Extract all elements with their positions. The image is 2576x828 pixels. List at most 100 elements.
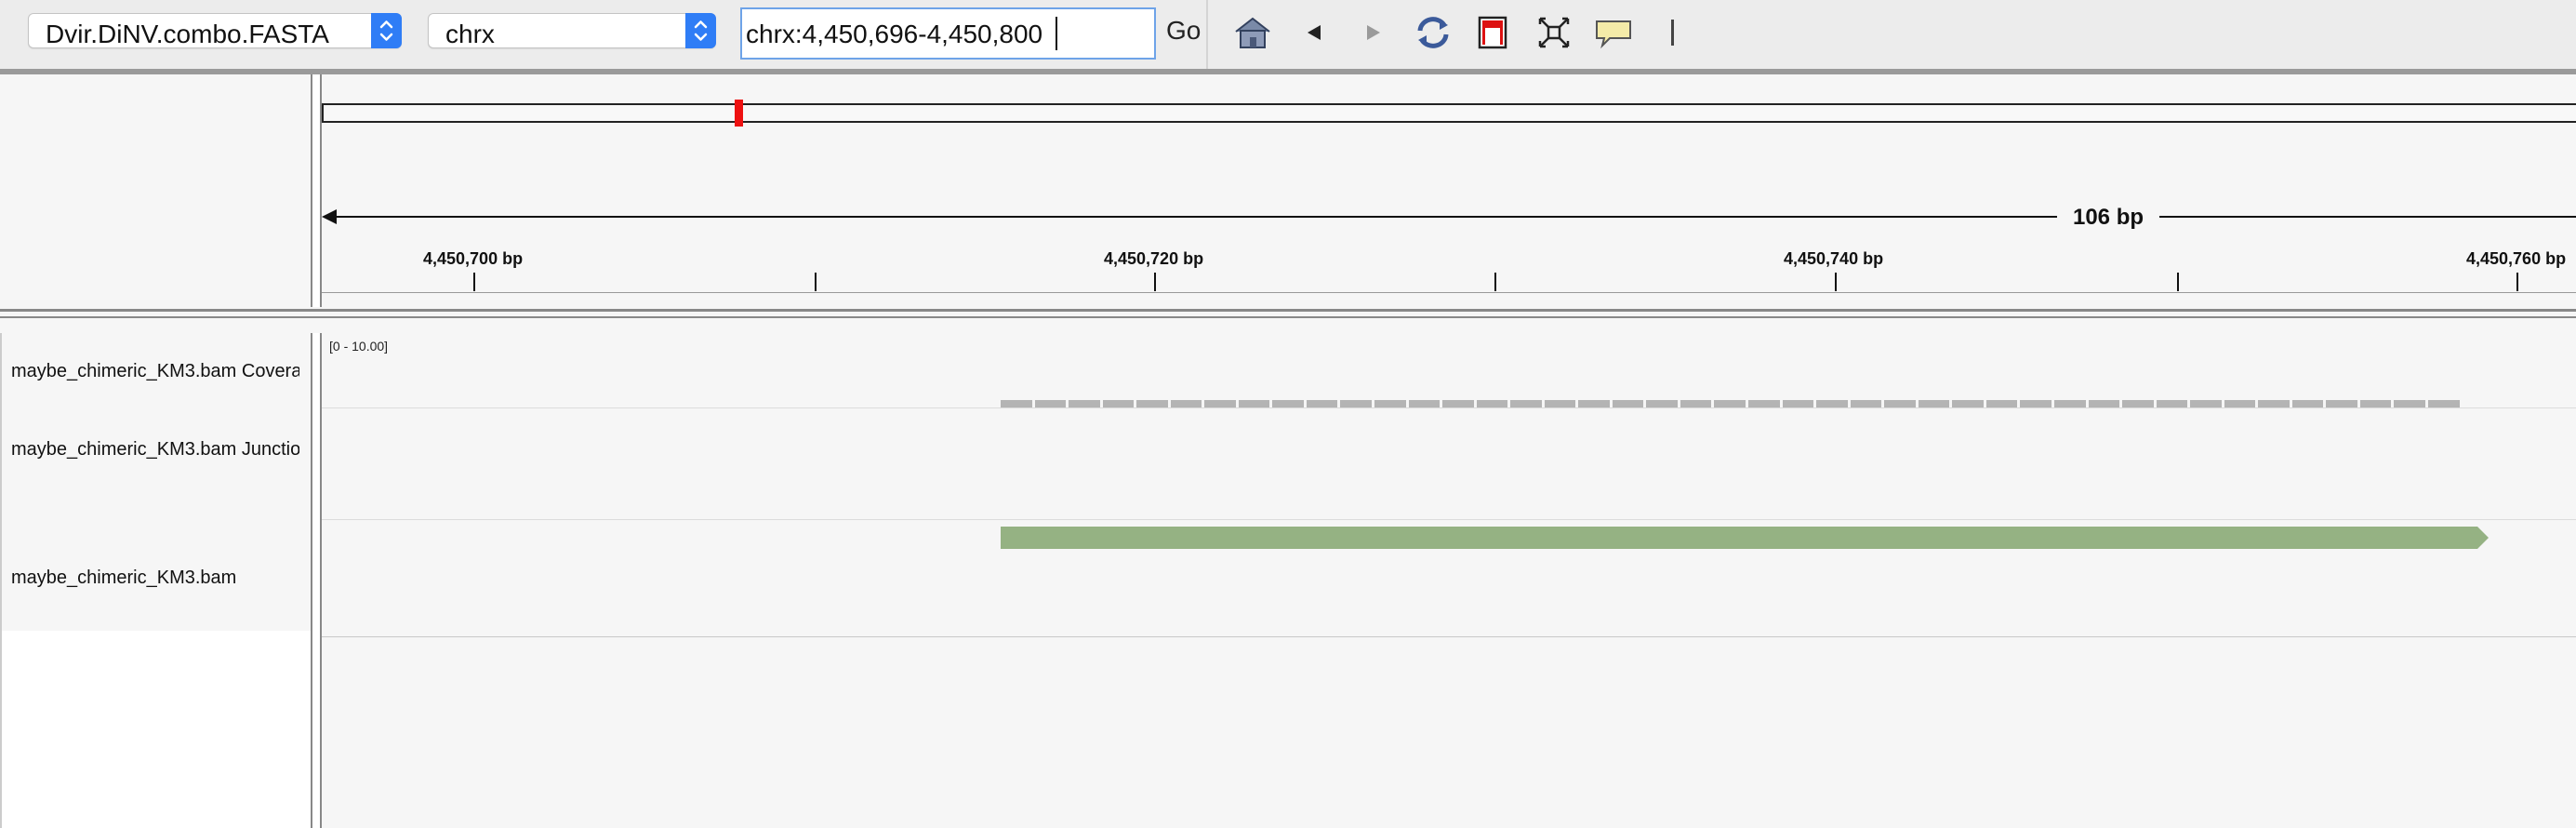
back-button[interactable] [1292, 12, 1336, 53]
locus-input[interactable]: chrx:4,450,696-4,450,800 [740, 7, 1156, 60]
coverage-bar [1578, 400, 1610, 407]
track-separator [322, 519, 2576, 520]
toolbar-separator [1206, 0, 1208, 69]
ruler-tick [1835, 273, 1837, 291]
chromosome-select-stepper[interactable] [685, 13, 716, 48]
coverage-bar [1476, 400, 1508, 407]
alignments-track-name[interactable]: maybe_chimeric_KM3.bam [11, 568, 299, 589]
coverage-bar [1612, 400, 1644, 407]
coverage-bar [2291, 400, 2324, 407]
span-width-label: 106 bp [2057, 205, 2159, 231]
ruler-tick [815, 273, 817, 291]
span-line [327, 216, 2576, 218]
coverage-bar [1510, 400, 1542, 407]
coverage-data-range: [0 - 10.00] [329, 339, 389, 354]
chromosome-ideogram[interactable] [322, 103, 2576, 123]
coverage-bar [1102, 400, 1135, 407]
coverage-bar [2020, 400, 2052, 407]
coverage-bar [1646, 400, 1678, 407]
popup-info-button[interactable] [1591, 12, 1636, 53]
coverage-bar [1782, 400, 1814, 407]
genome-select[interactable]: Dvir.DiNV.combo.FASTA [28, 13, 402, 48]
coverage-bar [2122, 400, 2154, 407]
header-track-divider[interactable] [0, 307, 2576, 333]
region-of-interest-button[interactable] [1470, 12, 1515, 53]
read-strand-arrow [2477, 527, 2489, 549]
coverage-bar [1374, 400, 1406, 407]
coverage-bar [1748, 400, 1780, 407]
coverage-bar [2326, 400, 2357, 407]
home-button[interactable] [1230, 12, 1275, 53]
junctions-track-name-row[interactable] [2, 407, 311, 519]
refresh-button[interactable] [1411, 12, 1455, 53]
resize-to-window-button[interactable] [1532, 12, 1576, 53]
coverage-bar [2190, 400, 2222, 407]
coverage-bar [1069, 400, 1100, 407]
ruler-tick-label: 4,450,740 bp [1784, 249, 1884, 268]
ruler-tick [2177, 273, 2179, 291]
coverage-bar [1204, 400, 1236, 407]
resize-to-window-icon [1538, 17, 1570, 48]
coverage-bar [2427, 400, 2460, 407]
coverage-bar [1408, 400, 1441, 407]
header-name-panel [0, 74, 311, 307]
coverage-bar [2258, 400, 2290, 407]
coverage-bar [1680, 400, 1712, 407]
ruler-divider-button[interactable] [1651, 12, 1695, 53]
coverage-bar [1340, 400, 1373, 407]
coverage-bar [1952, 400, 1984, 407]
coverage-bars[interactable] [1001, 400, 2463, 407]
track-separator [322, 407, 2576, 408]
ruler-tick-label: 4,450,720 bp [1104, 249, 1204, 268]
coverage-bar [1714, 400, 1746, 407]
ruler-tick [473, 273, 475, 291]
coverage-bar [2156, 400, 2188, 407]
current-region-marker [735, 100, 743, 127]
locus-input-value: chrx:4,450,696-4,450,800 [746, 20, 1043, 48]
coverage-bar [1034, 400, 1067, 407]
popup-info-icon [1596, 20, 1631, 49]
coverage-bar [2224, 400, 2256, 407]
region-of-interest-icon [1478, 16, 1507, 49]
coverage-bar [1238, 400, 1270, 407]
genome-select-stepper[interactable] [371, 13, 402, 48]
coverage-bar [1816, 400, 1848, 407]
name-panel-divider[interactable] [311, 74, 322, 307]
ruler-tick-label: 4,450,700 bp [423, 249, 524, 268]
coverage-bar [1544, 400, 1576, 407]
genome-select-value: Dvir.DiNV.combo.FASTA [46, 20, 329, 48]
home-icon [1235, 17, 1270, 48]
chromosome-select[interactable]: chrx [428, 13, 716, 48]
coverage-bar [2394, 400, 2425, 407]
coverage-bar [1170, 400, 1202, 407]
name-panel-divider[interactable] [311, 333, 322, 828]
coverage-bar [1272, 400, 1304, 407]
coverage-track-name[interactable]: maybe_chimeric_KM3.bam Coverage [11, 361, 299, 382]
coverage-bar [1850, 400, 1882, 407]
coverage-bar [1918, 400, 1950, 407]
ruler-divider-icon [1671, 20, 1674, 46]
text-caret [1056, 17, 1057, 50]
refresh-icon [1417, 17, 1449, 48]
back-arrow-icon [1308, 25, 1321, 40]
forward-button[interactable] [1351, 12, 1396, 53]
coverage-bar [1306, 400, 1338, 407]
coverage-bar [1442, 400, 1474, 407]
coverage-bar [1884, 400, 1916, 407]
ruler-baseline [322, 292, 2576, 293]
chromosome-select-value: chrx [445, 20, 495, 48]
coverage-bar [1985, 400, 2018, 407]
ruler-tick [2516, 273, 2518, 291]
chevron-up-down-icon [694, 20, 708, 41]
coverage-bar [1136, 400, 1168, 407]
coverage-bar [2053, 400, 2086, 407]
ruler-tick [1154, 273, 1156, 291]
coverage-bar [2359, 400, 2392, 407]
aligned-read[interactable] [1001, 527, 2477, 549]
track-separator [322, 636, 2576, 637]
coverage-bar [1001, 400, 1032, 407]
forward-arrow-icon [1367, 25, 1380, 40]
go-button[interactable]: Go [1166, 16, 1201, 46]
junctions-track-name[interactable]: maybe_chimeric_KM3.bam Junctions [11, 439, 299, 461]
chevron-up-down-icon [379, 20, 393, 41]
